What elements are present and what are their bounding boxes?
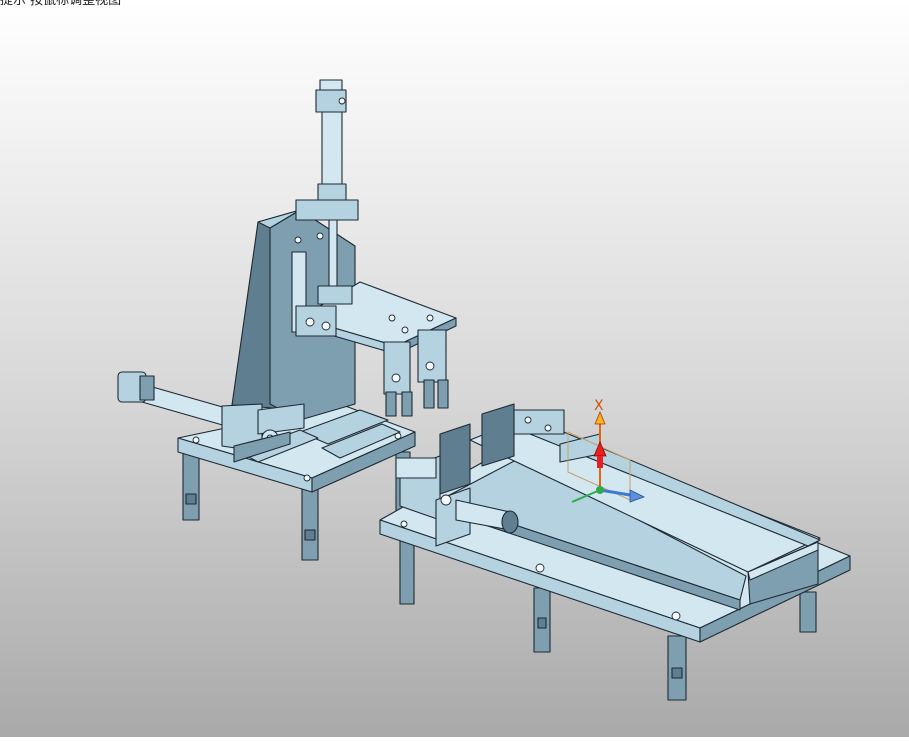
x-axis-label: X — [594, 398, 604, 414]
3d-viewport[interactable]: 提示 按鼠标调整视图 X — [0, 0, 909, 737]
cad-model-canvas[interactable] — [0, 0, 909, 737]
conveyor-machine[interactable] — [379, 403, 851, 701]
hint-text: 提示 按鼠标调整视图 — [0, 0, 122, 8]
